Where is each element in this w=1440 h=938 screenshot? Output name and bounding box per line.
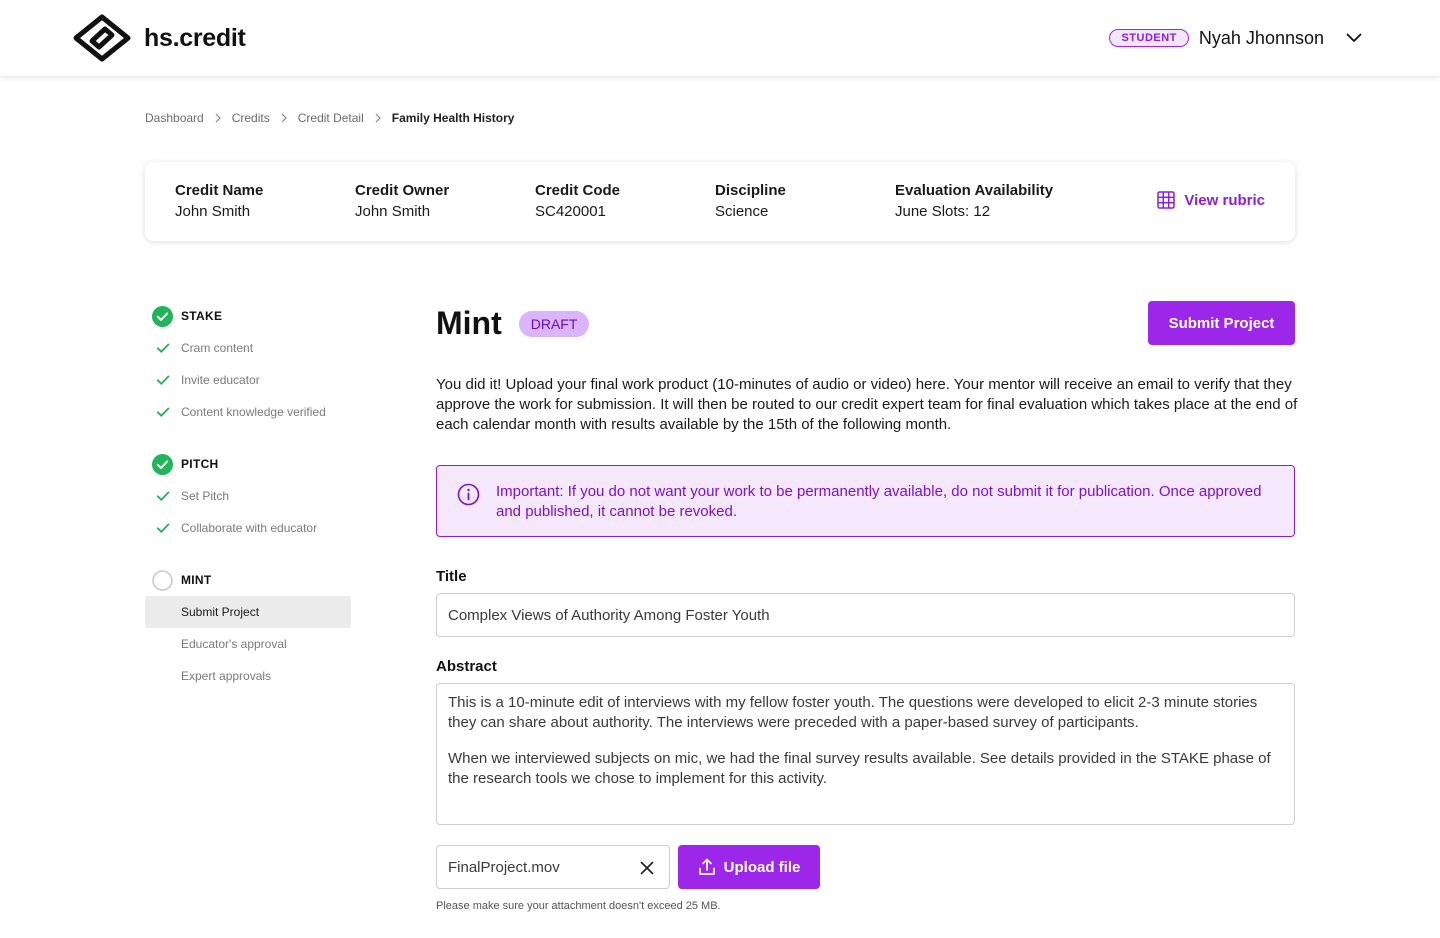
view-rubric-link[interactable]: View rubric bbox=[1157, 191, 1265, 209]
abstract-label: Abstract bbox=[436, 658, 497, 675]
step-invite-educator[interactable]: Invite educator bbox=[145, 364, 351, 396]
step-label: Educator's approval bbox=[181, 637, 287, 651]
phase-stake-label: STAKE bbox=[181, 309, 223, 323]
credit-owner-label: Credit Owner bbox=[355, 182, 450, 199]
credit-name-label: Credit Name bbox=[175, 182, 264, 199]
intro-text: You did it! Upload your final work produ… bbox=[436, 376, 1298, 433]
info-icon bbox=[457, 483, 480, 506]
phase-mint: MINT bbox=[145, 564, 351, 596]
step-educators-approval[interactable]: Educator's approval bbox=[145, 628, 351, 660]
hs-logo-mark-icon bbox=[73, 14, 131, 62]
chevron-right-icon bbox=[281, 113, 287, 123]
check-icon bbox=[156, 373, 170, 387]
phase-mint-label: MINT bbox=[181, 573, 212, 587]
step-collaborate-with-educator[interactable]: Collaborate with educator bbox=[145, 512, 351, 544]
step-label: Cram content bbox=[181, 341, 254, 355]
chevron-down-icon bbox=[1346, 33, 1362, 42]
check-icon bbox=[156, 489, 170, 503]
breadcrumb-credit-detail[interactable]: Credit Detail bbox=[298, 111, 364, 125]
brand-logo[interactable]: hs.credit bbox=[72, 14, 246, 62]
step-label: Collaborate with educator bbox=[181, 521, 318, 535]
breadcrumb-dashboard[interactable]: Dashboard bbox=[145, 111, 204, 125]
page-title: Mint bbox=[436, 305, 502, 341]
check-icon bbox=[156, 521, 170, 535]
credit-code-label: Credit Code bbox=[535, 182, 621, 199]
evaluation-availability-label: Evaluation Availability bbox=[895, 182, 1054, 199]
credit-name-field: Credit Name John Smith bbox=[175, 182, 263, 220]
empty-circle-icon bbox=[152, 569, 173, 591]
file-name: FinalProject.mov bbox=[448, 858, 560, 876]
step-cram-content[interactable]: Cram content bbox=[145, 332, 351, 364]
attached-file: FinalProject.mov bbox=[436, 845, 670, 889]
progress-steps-sidebar: STAKE Cram content Invite educator Conte… bbox=[145, 300, 351, 692]
credit-code-field: Credit Code SC420001 bbox=[535, 182, 620, 220]
breadcrumb-credits[interactable]: Credits bbox=[232, 111, 270, 125]
step-label: Submit Project bbox=[181, 605, 260, 619]
check-icon bbox=[156, 405, 170, 419]
brand-name: hs.credit bbox=[144, 23, 246, 52]
evaluation-availability-field: Evaluation Availability June Slots: 12 bbox=[895, 182, 1053, 220]
important-alert: Important: If you do not want your work … bbox=[436, 465, 1295, 537]
credit-info-card: Credit Name John Smith Credit Owner John… bbox=[145, 162, 1295, 241]
submit-project-button[interactable]: Submit Project bbox=[1148, 301, 1295, 345]
discipline-field: Discipline Science bbox=[715, 182, 786, 220]
step-content-knowledge-verified[interactable]: Content knowledge verified bbox=[145, 396, 351, 428]
phase-stake: STAKE bbox=[145, 300, 351, 332]
check-icon bbox=[156, 341, 170, 355]
page-title-row: Mint DRAFT bbox=[436, 305, 590, 342]
view-rubric-label: View rubric bbox=[1184, 191, 1265, 209]
table-grid-icon bbox=[1157, 191, 1176, 209]
check-circle-icon bbox=[152, 453, 173, 475]
upload-file-button[interactable]: Upload file bbox=[678, 845, 820, 889]
credit-code-value: SC420001 bbox=[535, 203, 606, 220]
upload-icon bbox=[698, 858, 715, 875]
remove-file-button[interactable] bbox=[637, 858, 657, 878]
check-circle-icon bbox=[152, 305, 173, 327]
close-icon bbox=[640, 861, 654, 875]
abstract-paragraph: When we interviewed subjects on mic, we … bbox=[448, 750, 1271, 787]
discipline-label: Discipline bbox=[715, 182, 786, 199]
status-badge: DRAFT bbox=[518, 310, 590, 337]
top-navbar: hs.credit STUDENT Nyah Jhonnson bbox=[0, 0, 1440, 77]
step-set-pitch[interactable]: Set Pitch bbox=[145, 480, 351, 512]
user-name[interactable]: Nyah Jhonnson bbox=[1199, 28, 1324, 49]
abstract-paragraph: This is a 10-minute edit of interviews w… bbox=[448, 694, 1258, 731]
chevron-right-icon bbox=[215, 113, 221, 123]
breadcrumb: Dashboard Credits Credit Detail Family H… bbox=[145, 111, 514, 125]
step-expert-approvals[interactable]: Expert approvals bbox=[145, 660, 351, 692]
credit-owner-value: John Smith bbox=[355, 203, 431, 220]
evaluation-availability-value: June Slots: 12 bbox=[895, 203, 991, 220]
step-submit-project[interactable]: Submit Project bbox=[145, 596, 351, 628]
title-label: Title bbox=[436, 568, 467, 585]
user-menu-toggle[interactable] bbox=[1340, 26, 1368, 50]
user-menu[interactable]: STUDENT Nyah Jhonnson bbox=[1109, 26, 1368, 50]
step-label: Invite educator bbox=[181, 373, 260, 387]
discipline-value: Science bbox=[715, 203, 769, 220]
title-input[interactable]: Complex Views of Authority Among Foster … bbox=[436, 593, 1295, 637]
upload-hint: Please make sure your attachment doesn't… bbox=[436, 900, 721, 912]
phase-pitch-label: PITCH bbox=[181, 457, 219, 471]
phase-pitch: PITCH bbox=[145, 448, 351, 480]
upload-file-label: Upload file bbox=[723, 858, 801, 876]
step-label: Expert approvals bbox=[181, 669, 272, 683]
step-label: Content knowledge verified bbox=[181, 405, 326, 419]
credit-name-value: John Smith bbox=[175, 203, 251, 220]
credit-owner-field: Credit Owner John Smith bbox=[355, 182, 449, 220]
alert-text: Important: If you do not want your work … bbox=[496, 483, 1262, 520]
breadcrumb-current: Family Health History bbox=[391, 111, 515, 125]
role-badge: STUDENT bbox=[1109, 29, 1189, 47]
step-label: Set Pitch bbox=[181, 489, 230, 503]
abstract-textarea[interactable]: This is a 10-minute edit of interviews w… bbox=[436, 683, 1295, 825]
chevron-right-icon bbox=[375, 113, 381, 123]
